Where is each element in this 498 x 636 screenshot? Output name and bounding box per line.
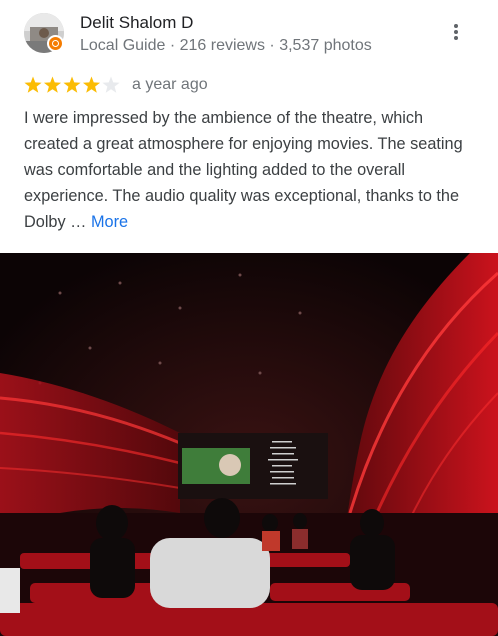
more-link[interactable]: More [91, 213, 128, 231]
review-text: I were impressed by the ambience of the … [24, 109, 463, 231]
local-guide-badge-icon [47, 35, 64, 52]
review-text-block: I were impressed by the ambience of the … [24, 105, 480, 235]
star-filled-icon [82, 76, 101, 93]
more-vert-icon[interactable] [446, 22, 466, 46]
reviewer-meta: Local Guide · 216 reviews · 3,537 photos [80, 37, 372, 54]
review-header: Delit Shalom D Local Guide · 216 reviews… [0, 0, 498, 72]
star-filled-icon [63, 76, 81, 93]
star-filled-icon [24, 76, 42, 93]
star-empty-icon [102, 76, 120, 93]
star-rating [24, 76, 120, 93]
review-photo[interactable] [0, 253, 498, 636]
star-filled-icon [43, 76, 62, 93]
reviewer-name[interactable]: Delit Shalom D [80, 13, 193, 33]
review-date: a year ago [132, 76, 208, 93]
